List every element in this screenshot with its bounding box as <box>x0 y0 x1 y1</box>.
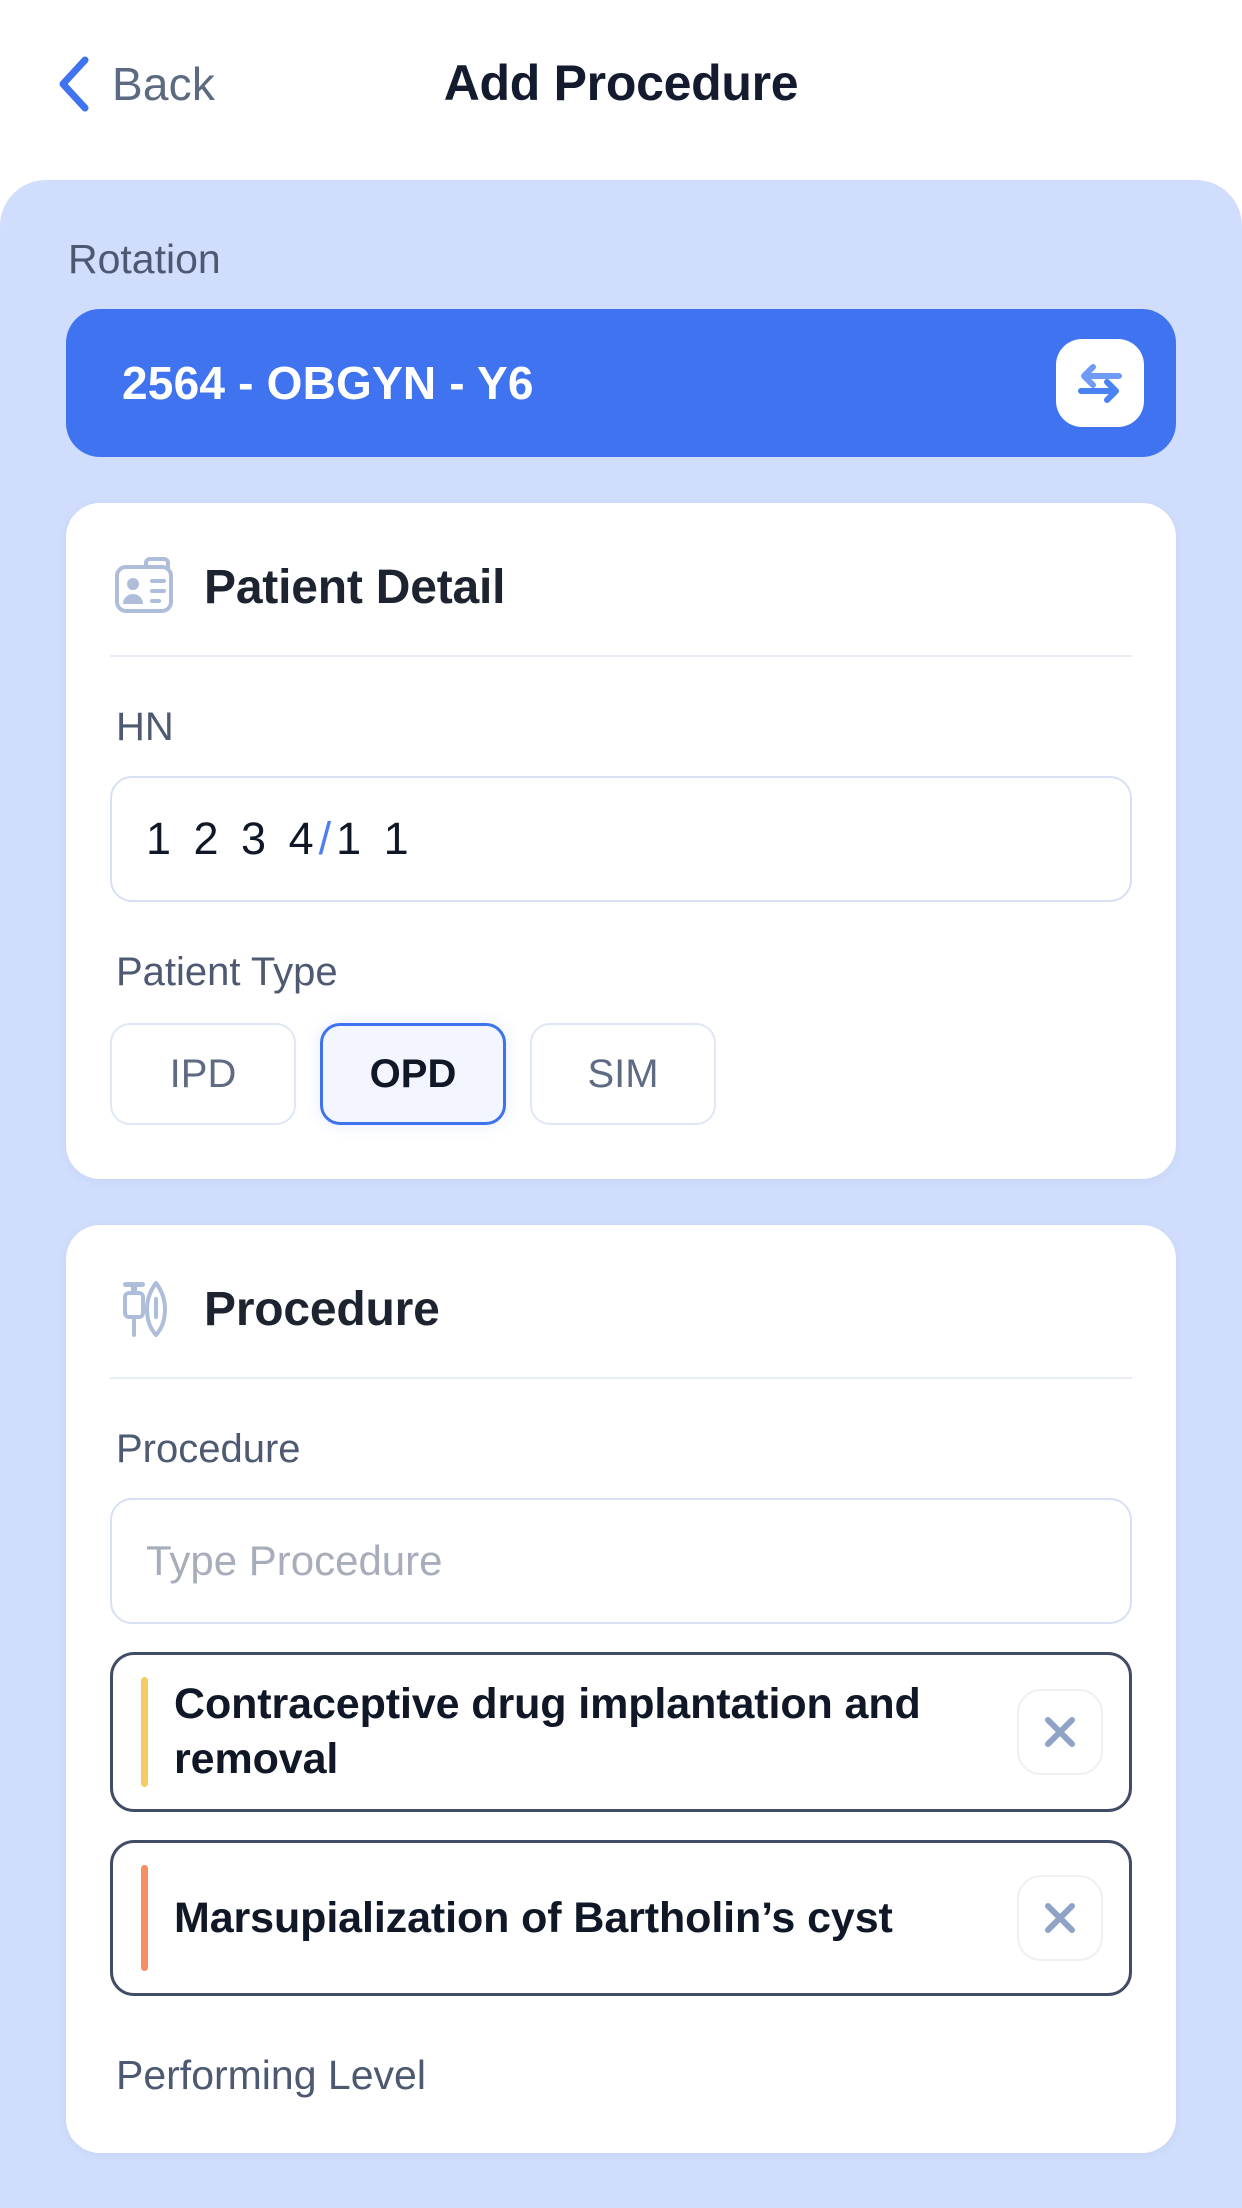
hn-block: HN 1 2 3 4/1 1 <box>110 705 1132 902</box>
procedure-field-label: Procedure <box>116 1427 301 1471</box>
rotation-swap-button[interactable] <box>1056 339 1144 427</box>
patient-type-label: Patient Type <box>116 950 338 994</box>
remove-procedure-button[interactable] <box>1017 1875 1103 1962</box>
close-icon <box>1045 1717 1075 1748</box>
selected-procedure-name: Contraceptive drug implantation and remo… <box>174 1680 921 1784</box>
procedure-card: Procedure Procedure Type Procedure Contr… <box>66 1225 1176 2154</box>
selected-procedure-name: Marsupialization of Bartholin’s cyst <box>174 1893 893 1942</box>
procedure-search-placeholder: Type Procedure <box>146 1537 443 1584</box>
selected-procedure-list: Contraceptive drug implantation and remo… <box>110 1652 1132 1997</box>
patient-type-options: IPD OPD SIM <box>110 1023 1132 1125</box>
patient-type-option-label: IPD <box>169 1051 237 1096</box>
patient-type-option-label: SIM <box>587 1051 659 1096</box>
page-title: Add Procedure <box>443 55 799 111</box>
procedure-divider <box>110 1377 1132 1379</box>
close-icon <box>1045 1903 1075 1934</box>
procedure-accent-bar <box>141 1865 148 1972</box>
remove-procedure-button[interactable] <box>1017 1689 1103 1776</box>
patient-type-option-sim[interactable]: SIM <box>530 1023 716 1125</box>
selected-procedure-item[interactable]: Contraceptive drug implantation and remo… <box>110 1652 1132 1813</box>
id-card-icon <box>115 557 173 613</box>
hn-value-prefix: 1 2 3 4 <box>146 813 319 864</box>
patient-type-option-opd[interactable]: OPD <box>320 1023 506 1125</box>
patient-detail-title: Patient Detail <box>204 560 506 614</box>
content-sheet: Rotation 2564 - OBGYN - Y6 Patient Detai… <box>0 180 1242 2208</box>
patient-type-option-label: OPD <box>369 1051 457 1096</box>
swap-horizontal-icon <box>1078 364 1122 403</box>
procedure-title: Procedure <box>204 1282 440 1336</box>
hn-value-separator: / <box>318 813 337 864</box>
patient-detail-card: Patient Detail HN 1 2 3 4/1 1 Patient Ty… <box>66 503 1176 1179</box>
hn-label: HN <box>116 705 174 749</box>
procedure-accent-bar <box>141 1677 148 1788</box>
selected-procedure-item[interactable]: Marsupialization of Bartholin’s cyst <box>110 1840 1132 1997</box>
performing-level-label: Performing Level <box>116 2052 426 2099</box>
procedure-input-block: Procedure Type Procedure <box>110 1427 1132 1624</box>
procedure-search-input[interactable]: Type Procedure <box>110 1498 1132 1624</box>
patient-detail-divider <box>110 655 1132 657</box>
patient-type-option-ipd[interactable]: IPD <box>110 1023 296 1125</box>
patient-detail-header: Patient Detail <box>110 547 1132 619</box>
rotation-value: 2564 - OBGYN - Y6 <box>122 357 534 409</box>
procedure-header: Procedure <box>110 1269 1132 1341</box>
rotation-label: Rotation <box>68 236 221 282</box>
hn-value-suffix: 1 1 <box>336 813 414 864</box>
hn-value: 1 2 3 4/1 1 <box>146 813 414 865</box>
syringe-scalpel-icon <box>123 1281 167 1337</box>
patient-type-block: Patient Type IPD OPD SIM <box>110 950 1132 1125</box>
hn-input[interactable]: 1 2 3 4/1 1 <box>110 776 1132 902</box>
add-procedure-screen: Back Add Procedure Rotation 2564 - OBGYN… <box>0 0 1242 2208</box>
app-header: Back Add Procedure <box>0 0 1242 180</box>
rotation-selector[interactable]: 2564 - OBGYN - Y6 <box>66 309 1176 457</box>
